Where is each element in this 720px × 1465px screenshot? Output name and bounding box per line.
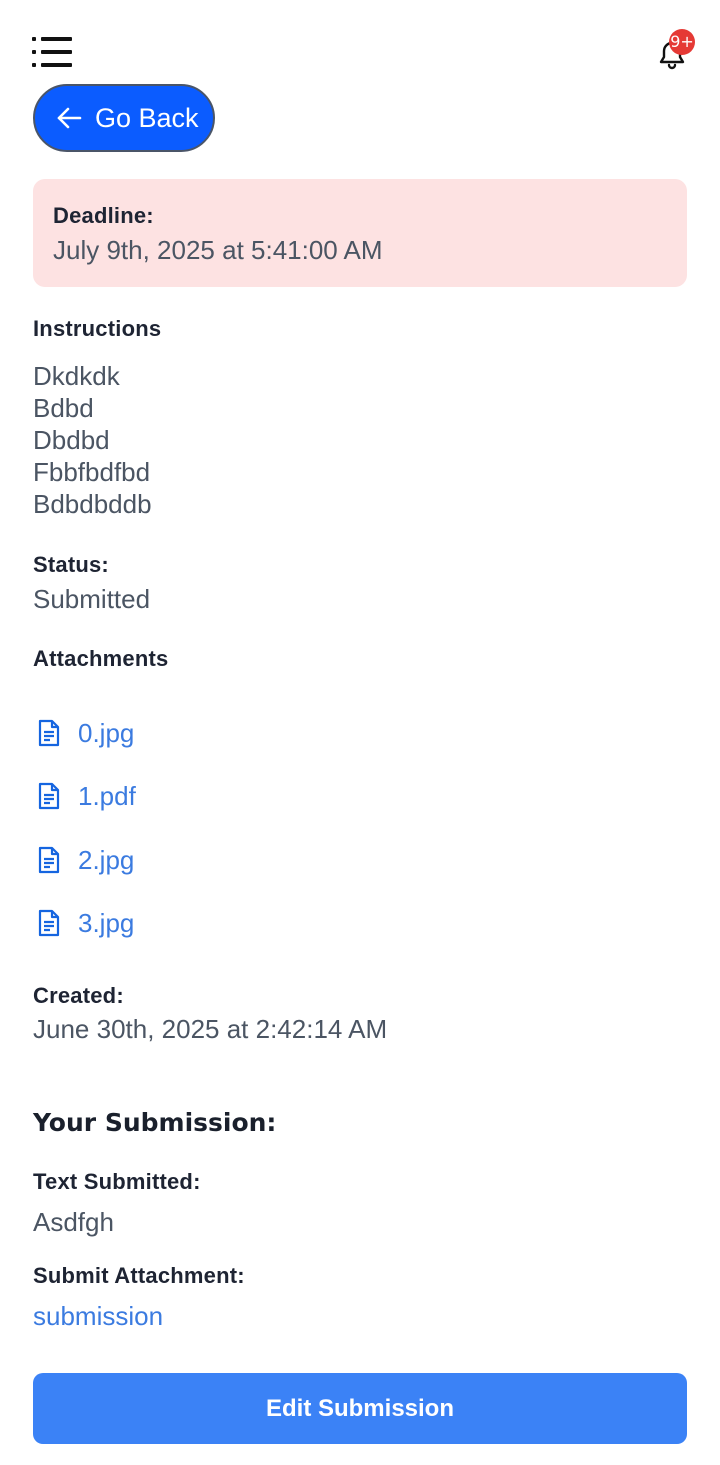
go-back-label: Go Back: [95, 102, 199, 133]
edit-submission-button[interactable]: Edit Submission: [33, 1373, 687, 1444]
attachment-name: 2.jpg: [78, 844, 135, 875]
submission-attachment-link[interactable]: submission: [33, 1301, 163, 1332]
attachments-label: Attachments: [33, 646, 169, 671]
text-submitted-value: Asdfgh: [33, 1207, 114, 1237]
attachment-name: 0.jpg: [78, 717, 135, 748]
instruction-line: Fbbfbdfbd: [33, 457, 151, 487]
attachment-link[interactable]: 1.pdf: [36, 776, 136, 816]
instructions-text: Dkdkdk Bdbd Dbdbd Fbbfbdfbd Bdbdbddb: [33, 360, 152, 520]
text-submitted-label: Text Submitted:: [33, 1169, 201, 1194]
attachment-name: 3.jpg: [78, 907, 135, 938]
deadline-label: Deadline:: [53, 203, 154, 228]
attachment-name: 1.pdf: [78, 780, 136, 811]
go-back-button[interactable]: Go Back: [33, 84, 215, 152]
attachment-link[interactable]: 3.jpg: [36, 903, 134, 943]
deadline-card: Deadline: July 9th, 2025 at 5:41:00 AM: [33, 179, 687, 287]
created-value: June 30th, 2025 at 2:42:14 AM: [33, 1014, 388, 1044]
instruction-line: Dbdbd: [33, 425, 110, 455]
status-value: Submitted: [33, 584, 151, 614]
instruction-line: Dkdkdk: [33, 361, 120, 391]
created-label: Created:: [33, 983, 124, 1008]
arrow-left-icon: [57, 107, 82, 129]
attachment-link[interactable]: 2.jpg: [36, 840, 134, 880]
file-text-icon: [38, 782, 60, 810]
submission-heading: Your Submission:: [33, 1108, 277, 1137]
file-text-icon: [38, 909, 60, 937]
instructions-label: Instructions: [33, 316, 162, 341]
status-label: Status:: [33, 552, 109, 577]
instruction-line: Bdbd: [33, 393, 94, 423]
menu-icon[interactable]: [32, 37, 72, 67]
submit-attachment-label: Submit Attachment:: [33, 1263, 245, 1288]
notification-badge: 9+: [669, 29, 695, 55]
top-bar: 9+: [0, 0, 720, 80]
file-text-icon: [38, 719, 60, 747]
attachment-link[interactable]: 0.jpg: [36, 713, 134, 753]
instruction-line: Bdbdbddb: [33, 489, 152, 519]
deadline-value: July 9th, 2025 at 5:41:00 AM: [53, 235, 383, 265]
file-text-icon: [38, 846, 60, 874]
